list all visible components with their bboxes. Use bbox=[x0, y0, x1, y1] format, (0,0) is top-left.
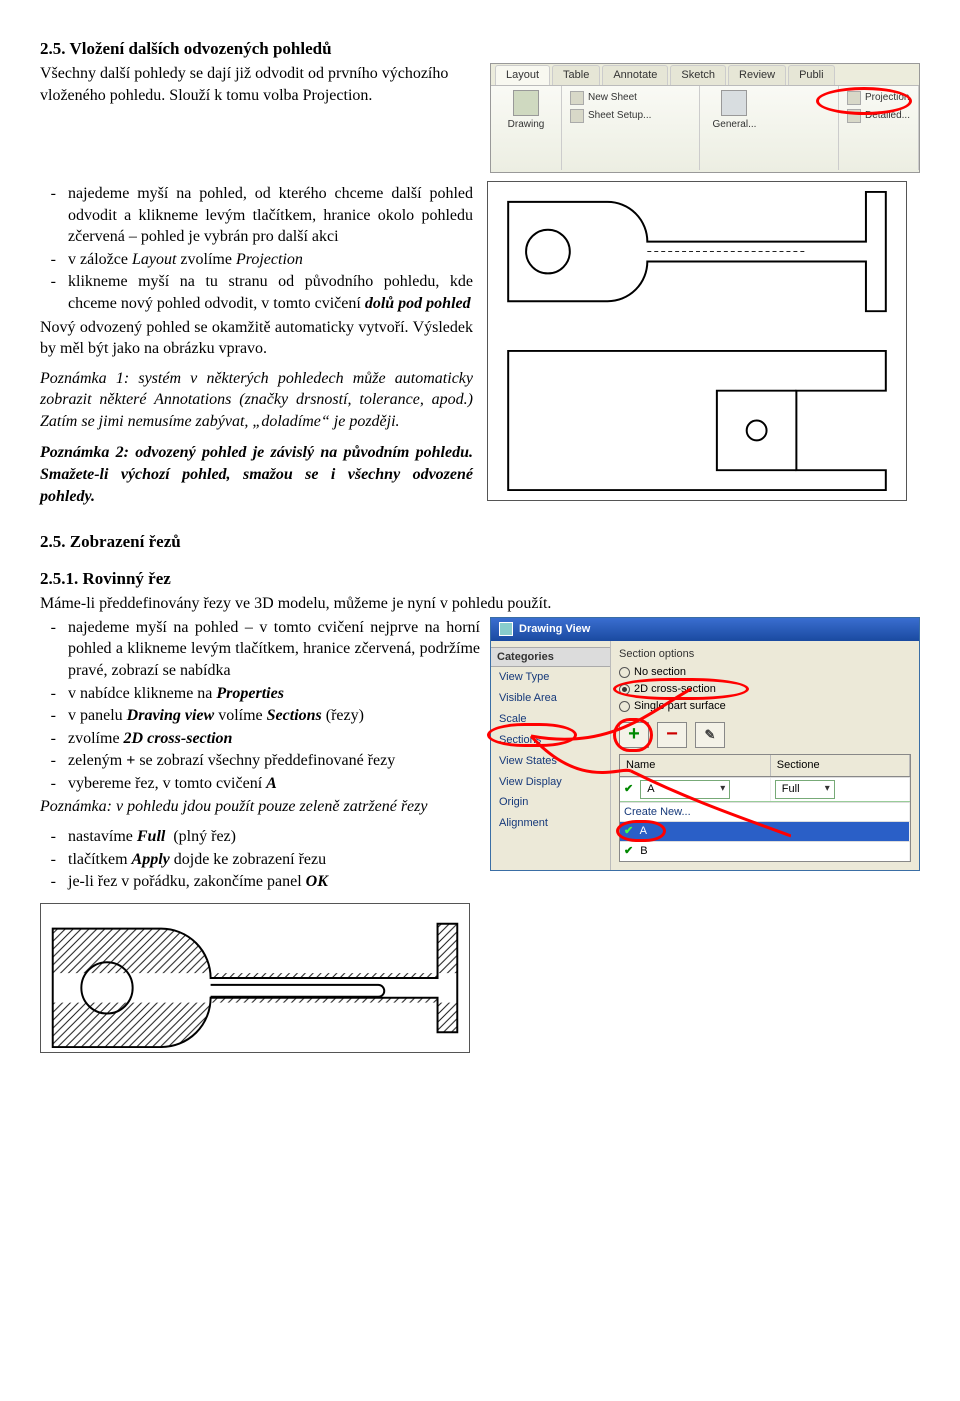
edit-section-button[interactable]: ✎ bbox=[695, 722, 725, 748]
ribbon-tab-layout[interactable]: Layout bbox=[495, 65, 550, 85]
add-section-button[interactable]: + bbox=[619, 722, 649, 748]
sheet-setup-button[interactable]: Sheet Setup... bbox=[568, 108, 693, 124]
sections-table: Name Sectione ✔ A Full Create New... bbox=[619, 754, 911, 862]
radio-2d-cross-label: 2D cross-section bbox=[634, 682, 716, 697]
drawing-label: Drawing bbox=[508, 118, 545, 132]
new-sheet-icon bbox=[570, 91, 584, 105]
section-title-vlozeni: 2.5. Vložení dalších odvozených pohledů bbox=[40, 38, 920, 61]
check-icon: ✔ bbox=[624, 825, 633, 837]
cat-sections[interactable]: Sections bbox=[491, 730, 610, 751]
note-green-checked: Poznámka: v pohledu jdou použít pouze ze… bbox=[40, 796, 480, 818]
section-options-label: Section options bbox=[619, 647, 911, 662]
general-icon bbox=[721, 90, 747, 116]
note-2: Poznámka 2: odvozený pohled je závislý n… bbox=[40, 442, 473, 507]
check-icon: ✔ bbox=[624, 783, 633, 795]
cat-view-type[interactable]: View Type bbox=[491, 667, 610, 688]
col-sectioned: Sectione bbox=[771, 755, 910, 776]
drawing-view-panel: Drawing View Categories View Type Visibl… bbox=[490, 617, 920, 871]
new-sheet-label: New Sheet bbox=[588, 91, 637, 105]
cat-view-display[interactable]: View Display bbox=[491, 772, 610, 793]
section-name-select[interactable]: A bbox=[640, 780, 730, 799]
b-najedeme-pohled: najedeme myší na pohled – v tomto cvičen… bbox=[68, 617, 480, 682]
section-title-rovinny: 2.5.1. Rovinný řez bbox=[40, 568, 920, 591]
drawing-icon bbox=[513, 90, 539, 116]
b-vybereme-a: vybereme řez, v tomto cvičení A bbox=[68, 773, 480, 795]
cat-alignment[interactable]: Alignment bbox=[491, 813, 610, 834]
check-icon: ✔ bbox=[624, 845, 633, 857]
col-name: Name bbox=[620, 755, 771, 776]
radio-icon bbox=[619, 701, 630, 712]
ribbon-tab-annotate[interactable]: Annotate bbox=[602, 65, 668, 85]
b-ok: je-li řez v pořádku, zakončíme panel OK bbox=[68, 871, 480, 893]
b-properties: v nabídce klikneme na Properties bbox=[68, 683, 480, 705]
radio-no-section[interactable]: No section bbox=[619, 665, 911, 680]
b-2d-cross: zvolíme 2D cross-section bbox=[68, 728, 480, 750]
b-green-plus: zeleným + se zobrazí všechny předdefinov… bbox=[68, 750, 480, 772]
red-highlight-projection bbox=[816, 87, 912, 115]
panel-titlebar: Drawing View bbox=[491, 618, 919, 641]
radio-icon bbox=[619, 667, 630, 678]
categories-header: Categories bbox=[491, 647, 610, 668]
section-type-select[interactable]: Full bbox=[775, 780, 835, 799]
rovinny-lead: Máme-li předdefinovány řezy ve 3D modelu… bbox=[40, 593, 920, 615]
radio-single-part-label: Single part surface bbox=[634, 699, 726, 714]
ribbon-tab-sketch[interactable]: Sketch bbox=[670, 65, 726, 85]
note-1: Poznámka 1: systém v některých pohledech… bbox=[40, 368, 473, 433]
panel-main: Section options No section 2D cross-sect… bbox=[611, 641, 919, 871]
option-create-new[interactable]: Create New... bbox=[620, 803, 910, 822]
ribbon-toolbar: Layout Table Annotate Sketch Review Publ… bbox=[490, 63, 920, 173]
option-a[interactable]: A bbox=[640, 825, 647, 837]
radio-2d-cross[interactable]: 2D cross-section bbox=[619, 682, 911, 697]
cat-scale[interactable]: Scale bbox=[491, 709, 610, 730]
panel-title-icon bbox=[499, 622, 513, 636]
drawing-button[interactable]: Drawing bbox=[497, 90, 555, 132]
b-full: nastavíme Full (plný řez) bbox=[68, 826, 480, 848]
ribbon-tab-table[interactable]: Table bbox=[552, 65, 600, 85]
general-button[interactable]: General... bbox=[706, 90, 762, 132]
ribbon-tab-review[interactable]: Review bbox=[728, 65, 786, 85]
ribbon-tab-publish[interactable]: Publi bbox=[788, 65, 834, 85]
categories-list: Categories View Type Visible Area Scale … bbox=[491, 641, 611, 871]
ribbon-figure-wrapper: Layout Table Annotate Sketch Review Publ… bbox=[478, 63, 920, 181]
cat-origin[interactable]: Origin bbox=[491, 792, 610, 813]
radio-icon bbox=[619, 684, 630, 695]
new-sheet-button[interactable]: New Sheet bbox=[568, 90, 693, 106]
section-title-zobrazeni: 2.5. Zobrazení řezů bbox=[40, 531, 920, 554]
radio-single-part[interactable]: Single part surface bbox=[619, 699, 911, 714]
option-b[interactable]: B bbox=[640, 845, 647, 857]
sheet-setup-label: Sheet Setup... bbox=[588, 109, 651, 123]
remove-section-button[interactable]: − bbox=[657, 722, 687, 748]
sheet-setup-icon bbox=[570, 109, 584, 123]
general-label: General... bbox=[713, 118, 757, 132]
bullet-layout-projection: v záložce Layout zvolíme Projection bbox=[68, 249, 473, 271]
section-view-figure bbox=[40, 903, 470, 1053]
mechanical-views-figure bbox=[487, 181, 907, 501]
b-sections: v panelu Draving view volíme Sections (ř… bbox=[68, 705, 480, 727]
bullet-klikneme: klikneme myší na tu stranu od původního … bbox=[68, 271, 473, 314]
derived-body: Nový odvozený pohled se okamžitě automat… bbox=[40, 317, 473, 360]
bullet-najedeme: najedeme myší na pohled, od kterého chce… bbox=[68, 183, 473, 248]
b-apply: tlačítkem Apply dojde ke zobrazení řezu bbox=[68, 849, 480, 871]
cat-visible-area[interactable]: Visible Area bbox=[491, 688, 610, 709]
panel-title-text: Drawing View bbox=[519, 622, 590, 637]
cat-view-states[interactable]: View States bbox=[491, 751, 610, 772]
radio-no-section-label: No section bbox=[634, 665, 686, 680]
